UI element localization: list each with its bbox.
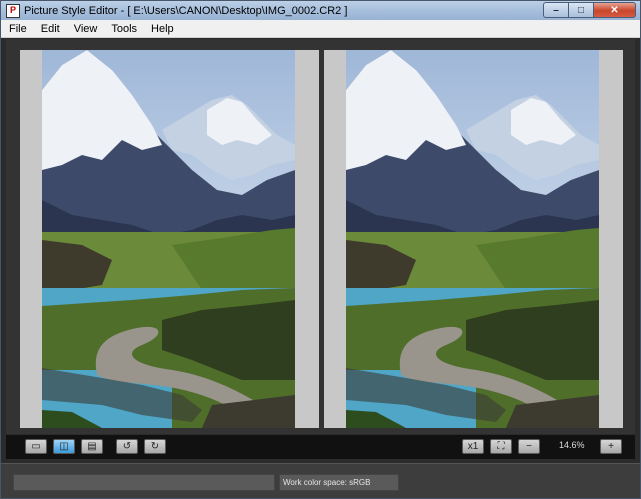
split-view-button[interactable]: ◫ (53, 439, 75, 454)
rotate-right-button[interactable]: ↻ (144, 439, 166, 454)
image-workspace (6, 39, 635, 434)
horizontal-split-icon: ▤ (87, 440, 97, 452)
zoom-level: 14.6% (559, 440, 585, 450)
actual-size-button[interactable]: x1 (462, 439, 484, 454)
menu-view[interactable]: View (67, 23, 105, 35)
original-photo (42, 50, 295, 428)
single-view-button[interactable]: ▭ (25, 439, 47, 454)
window-controls: – □ ✕ (543, 2, 636, 18)
menu-edit[interactable]: Edit (34, 23, 67, 35)
zoom-in-icon: + (608, 440, 614, 452)
menu-bar: File Edit View Tools Help (1, 20, 640, 38)
fit-to-window-button[interactable]: ⛶ (490, 439, 512, 454)
original-image-pane[interactable] (20, 50, 319, 428)
menu-help[interactable]: Help (144, 23, 181, 35)
rotate-right-icon: ↻ (150, 440, 160, 452)
zoom-in-button[interactable]: + (600, 439, 622, 454)
adjusted-photo (346, 50, 599, 428)
maximize-button[interactable]: □ (568, 2, 593, 18)
zoom-out-button[interactable]: − (518, 439, 540, 454)
zoom-out-icon: − (526, 440, 532, 452)
app-window: P Picture Style Editor - [ E:\Users\CANO… (0, 0, 641, 499)
landscape-image-preview (346, 50, 599, 428)
rotate-left-button[interactable]: ↺ (116, 439, 138, 454)
landscape-image (42, 50, 295, 428)
split-view-icon: ◫ (59, 440, 69, 452)
menu-file[interactable]: File (1, 23, 34, 35)
status-bar: Work color space: sRGB (1, 463, 640, 498)
window-title: Picture Style Editor - [ E:\Users\CANON\… (24, 4, 348, 17)
app-logo-icon: P (6, 3, 20, 18)
horizontal-split-button[interactable]: ▤ (81, 439, 103, 454)
single-view-icon: ▭ (31, 440, 41, 452)
status-message (13, 474, 275, 491)
minimize-button[interactable]: – (543, 2, 568, 18)
menu-tools[interactable]: Tools (104, 23, 144, 35)
rotate-left-icon: ↺ (122, 440, 132, 452)
color-space-status: Work color space: sRGB (279, 474, 399, 491)
view-toolbar: ▭ ◫ ▤ ↺ ↻ x1 ⛶ − 14.6% + (6, 435, 635, 459)
adjusted-image-pane[interactable] (324, 50, 623, 428)
actual-size-icon: x1 (467, 440, 479, 452)
title-bar[interactable]: P Picture Style Editor - [ E:\Users\CANO… (1, 1, 640, 20)
close-button[interactable]: ✕ (593, 2, 636, 18)
fit-to-window-icon: ⛶ (497, 440, 505, 452)
